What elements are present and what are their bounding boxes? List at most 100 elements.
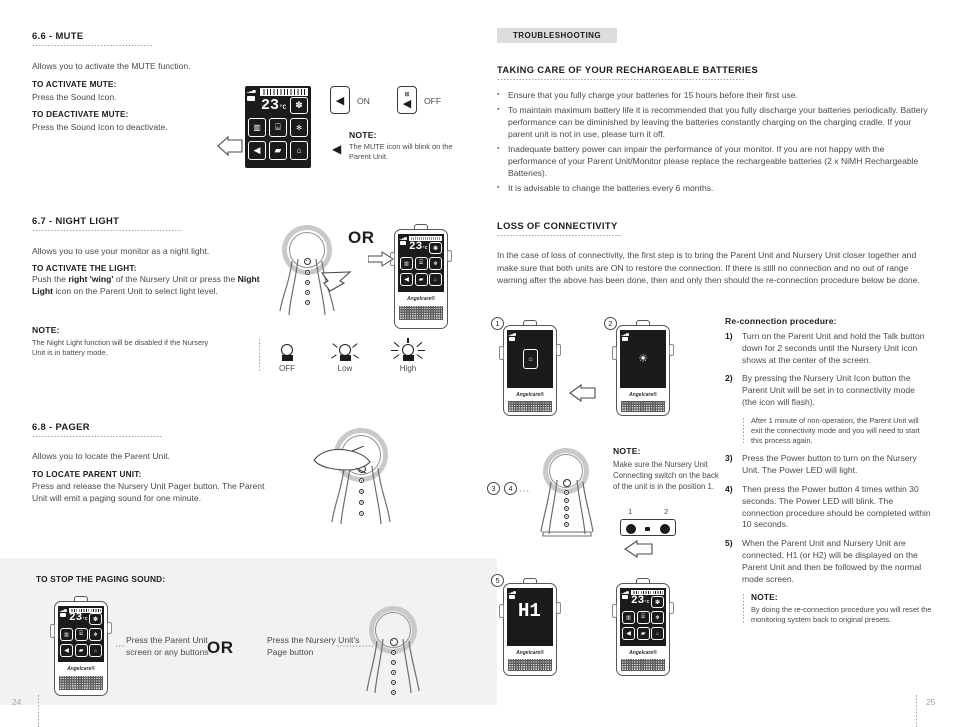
screen-button-sound[interactable]: ◀ [60, 644, 73, 657]
parent-unit-speaker-grill [621, 659, 665, 671]
screen-button-nightlight[interactable]: ▰ [74, 644, 88, 657]
nursery-unit-illustration-step34 [529, 448, 609, 538]
section-6-8-intro: Allows you to locate the Parent Unit. [32, 451, 171, 461]
parent-unit-side-button-right[interactable] [669, 344, 674, 356]
activate-light-text: Push the right 'wing' of the Nursery Uni… [32, 273, 282, 298]
screen-button-nursery-unit[interactable]: ⌸ [269, 118, 287, 137]
mute-note-text: The MUTE icon will blink on the Parent U… [349, 142, 453, 162]
parent-unit-speaker-grill [399, 306, 443, 320]
screen-button-movement[interactable]: ▥ [400, 257, 413, 270]
screen-button-movement[interactable]: ▥ [60, 628, 73, 641]
parent-unit-illustration-step2: ▁▃▅ ☀ Angelcare® [612, 320, 674, 416]
screen-button-temperature[interactable]: ✻ [290, 118, 308, 137]
nursery-unit-led-2 [305, 280, 310, 285]
parent-unit-side-button-right[interactable] [447, 250, 452, 262]
nursery-unit-led-4 [305, 300, 310, 305]
temp-unit: °C [279, 104, 287, 111]
screen-button-nursery-unit[interactable]: ⌸ [636, 611, 650, 624]
screen-button-settings[interactable]: ✽ [89, 613, 102, 625]
parent-unit-side-button-left[interactable] [612, 346, 617, 360]
screen-button-sound[interactable]: ◀ [248, 141, 266, 160]
switch-slider [645, 526, 650, 531]
parent-unit-screen-step2: ▁▃▅ ☀ [620, 330, 666, 388]
screen-button-talk[interactable]: ⌂ [89, 644, 102, 657]
parent-unit-side-button-right[interactable] [669, 602, 674, 614]
parent-unit-side-button-left[interactable] [499, 604, 504, 618]
section-6-8-title: 6.8 - PAGER [32, 421, 90, 432]
parent-unit-side-button-right[interactable] [107, 622, 112, 634]
temp-number: 23 [409, 241, 423, 253]
screen-button-sound[interactable]: ◀ [622, 627, 635, 640]
screen-button-nightlight[interactable]: ▰ [414, 273, 428, 286]
nightlight-level-low: Low [330, 343, 360, 373]
screen-button-nursery-unit[interactable]: ⌸ [414, 257, 428, 270]
parent-unit-side-button-left[interactable] [612, 604, 617, 618]
parent-unit-screen: ▁▃▅ 23°C ✽ ▥ ⌸ ✻ ◀ ▰ ⌂ [245, 86, 311, 168]
batteries-title: TAKING CARE OF YOUR RECHARGEABLE BATTERI… [497, 64, 759, 75]
temperature-value: 23°C [409, 242, 427, 254]
screen-button-settings[interactable]: ✽ [290, 97, 308, 114]
press-page-button-hand-icon [313, 446, 371, 474]
screen-button-nightlight[interactable]: ▰ [636, 627, 650, 640]
nursery-unit-illustration-pager [313, 428, 412, 533]
screen-button-settings[interactable]: ✽ [429, 242, 442, 254]
page-edge-dots-left [37, 694, 39, 727]
screen-press-arrow-icon [368, 251, 394, 267]
section-6-6-heading: 6.6 - MUTE [32, 30, 152, 47]
mute-on-icon-box: ◀ [330, 86, 350, 114]
nursery-unit-power-button[interactable] [563, 479, 571, 487]
deactivate-mute-text: Press the Sound Icon to deactivate. [32, 122, 168, 132]
al-b1: right 'wing' [68, 274, 114, 284]
screen-button-temperature[interactable]: ✻ [89, 628, 102, 641]
parent-unit-side-button-right[interactable] [556, 602, 561, 614]
mute-off-label: OFF [424, 96, 442, 106]
connectivity-title: LOSS OF CONNECTIVITY [497, 220, 618, 231]
parent-unit-side-button-left[interactable] [499, 346, 504, 360]
batteries-heading: TAKING CARE OF YOUR RECHARGEABLE BATTERI… [497, 64, 797, 81]
parent-unit-side-button-left[interactable] [50, 624, 55, 638]
step-5-note-label: NOTE: [751, 592, 778, 603]
screen-button-movement[interactable]: ▥ [622, 611, 635, 624]
parent-unit-brand: Angelcare® [629, 392, 657, 398]
screen-button-nightlight[interactable]: ▰ [269, 141, 287, 160]
screen-button-settings[interactable]: ✽ [651, 596, 664, 608]
speaker-on-icon: ◀ [335, 94, 345, 107]
batteries-rule [497, 78, 745, 81]
screen-button-talk[interactable]: ⌂ [290, 141, 308, 160]
screen-button-movement[interactable]: ▥ [248, 118, 266, 137]
reconnection-steps: 1) Turn on the Parent Unit and hold the … [725, 331, 932, 632]
section-6-7-intro: Allows you to use your monitor as a nigh… [32, 246, 210, 256]
nursery-unit-page-button[interactable] [390, 638, 398, 646]
list-item: It is advisable to change the batteries … [497, 182, 932, 195]
screen-button-talk[interactable]: ⌂ [429, 273, 442, 286]
temperature-value: 23°C [631, 596, 649, 608]
screen-button-talk[interactable]: ⌂ [651, 627, 664, 640]
section-6-7-heading: 6.7 - NIGHT LIGHT [32, 215, 182, 232]
parent-unit-speaker-grill [621, 401, 665, 412]
step-item: 4) Then press the Power button 4 times w… [725, 484, 932, 531]
screen-button-temperature[interactable]: ✻ [651, 611, 664, 624]
screen-button-nursery-unit[interactable]: ⌸ [74, 628, 88, 641]
nightlight-note-text: The Night Light function will be disable… [32, 338, 209, 358]
parent-unit-brand: Angelcare® [516, 392, 544, 398]
connecting-switch[interactable] [620, 519, 676, 536]
parent-unit-brand: Angelcare® [67, 666, 95, 672]
step-text: Turn on the Parent Unit and hold the Tal… [742, 331, 925, 365]
page-number-right: 25 [926, 697, 936, 707]
parent-unit-speaker-grill [508, 401, 552, 412]
section-6-8-heading: 6.8 - PAGER [32, 421, 162, 438]
nursery-unit-led-4 [359, 511, 364, 516]
nightlight-off-label: OFF [279, 364, 295, 373]
connectivity-intro: In the case of loss of connectivity, the… [497, 250, 920, 286]
parent-unit-side-button-right[interactable] [556, 344, 561, 356]
left-page: 6.6 - MUTE Allows you to activate the MU… [0, 0, 497, 727]
nursery-unit-page-button[interactable] [304, 258, 311, 265]
screen-button-sound[interactable]: ◀ [400, 273, 413, 286]
step-number: 3) [725, 453, 733, 464]
parent-unit-screen-h1: ▁▃▅ H1 [507, 588, 553, 646]
signal-icon: ▁▃▅ [508, 589, 516, 594]
nursery-unit-led-2 [359, 489, 364, 494]
screen-button-nightlight-hl[interactable]: ✻ [429, 257, 442, 270]
list-item: Inadequate battery power can impair the … [497, 143, 932, 179]
parent-unit-illustration-step1: ▁▃▅ ⌂ Angelcare® [499, 320, 561, 416]
